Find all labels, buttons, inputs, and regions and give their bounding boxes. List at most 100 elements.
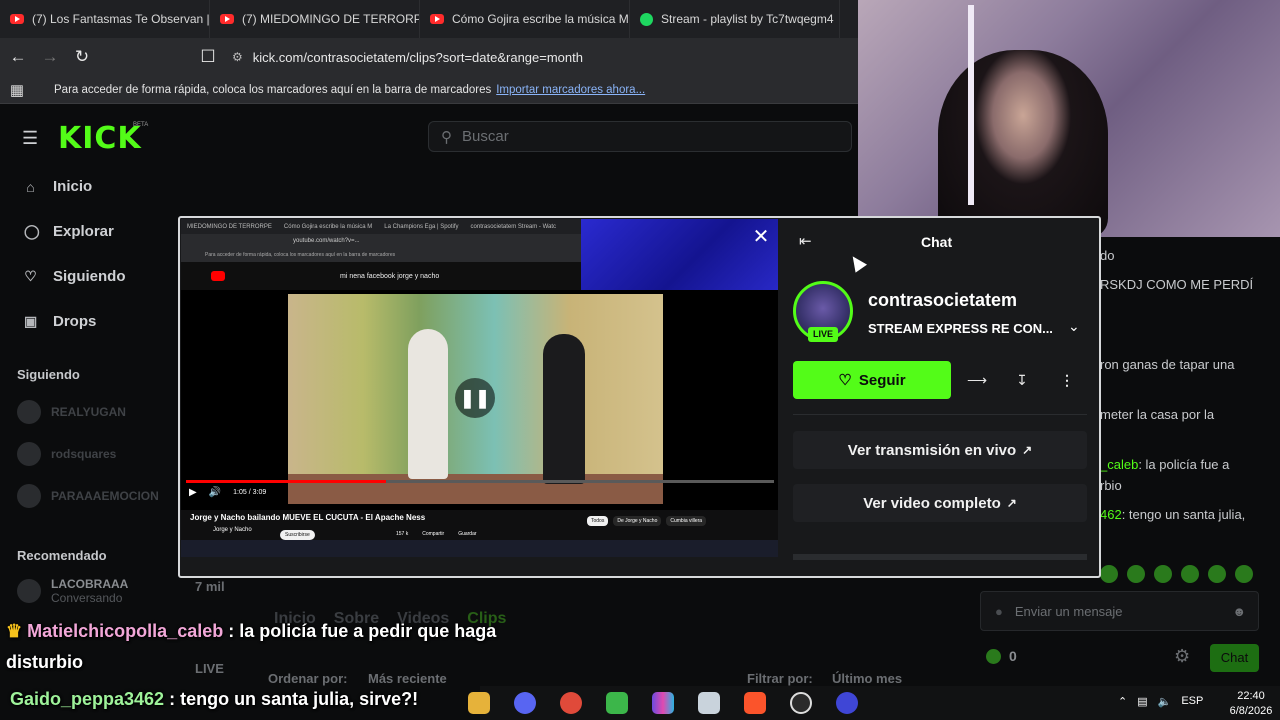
inner-tab-bar: MIEDOMINGO DE TERRORPE Cómo Gojira escri… [181,219,581,234]
reload-icon[interactable]: ↻ [68,47,96,67]
volume-icon[interactable]: 🔊 [209,487,221,498]
dancer-figure [543,334,585,484]
webcam-overlay [858,0,1280,237]
external-link-icon: ↗ [1006,496,1017,510]
chevron-up-icon[interactable]: ⌃ [1118,695,1127,708]
heart-icon: ♡ [24,268,37,284]
following-item[interactable]: REALYUGAN [17,400,126,424]
video-title: Jorge y Nacho bailando MUEVE EL CUCUTA -… [190,513,426,522]
viewer-count: 7 mil [195,579,225,594]
dancer-figure [408,329,448,479]
filter-dropdown[interactable]: Último mes [832,671,902,686]
color-app-icon[interactable] [652,692,674,714]
points-counter[interactable]: 0 [986,648,1017,664]
sort-dropdown[interactable]: Más reciente [368,671,447,686]
chat-message: _caleb: la policía fue a [1100,457,1230,472]
divider [793,414,1087,415]
share-icon[interactable]: ⟶ [964,366,990,394]
shield-icon[interactable] [606,692,628,714]
notes-icon[interactable] [698,692,720,714]
chat-message: 462: tengo un santa julia, [1100,507,1246,522]
download-icon[interactable]: ↧ [1009,366,1035,394]
brave-icon[interactable] [744,692,766,714]
kick-logo[interactable]: KICK [58,121,142,156]
emote-icon[interactable] [1181,565,1199,583]
close-icon[interactable]: ✕ [752,226,770,248]
share-button[interactable]: Compartir [422,531,444,537]
emote-icon[interactable] [1100,565,1118,583]
back-icon[interactable]: ← [4,47,32,67]
video-chips: Todos De Jorge y Nacho Cumbia villera [587,516,707,526]
apps-icon[interactable]: ▦ [0,81,34,99]
send-chat-button[interactable]: Chat [1210,644,1259,672]
browser-tab[interactable]: (7) Los Fantasmas Te Observan | (( [0,0,210,38]
beta-label: BETA [133,122,149,128]
follow-button[interactable]: ♡ Seguir [793,361,951,399]
bookmark-icon[interactable]: ☐ [194,47,222,67]
clock[interactable]: 22:40 6/8/2026 [1223,689,1279,719]
filter-label: Filtrar por: [747,671,813,686]
url-field[interactable]: ⚙ kick.com/contrasocietatem/clips?sort=d… [232,50,583,65]
sidebar-item-inicio[interactable]: ⌂ Inicio [24,178,92,195]
avatar [17,442,41,466]
browser-tab[interactable]: (7) MIEDOMINGO DE TERRORPE [210,0,420,38]
video-progress-bar[interactable] [186,480,774,483]
chat-message: rbio [1100,478,1122,493]
discord-icon[interactable] [514,692,536,714]
chat-settings-icon[interactable]: ⚙ [1174,646,1190,667]
youtube-icon [211,271,225,281]
inner-taskbar [181,540,778,557]
following-item[interactable]: PARAAAEMOCION [17,484,159,508]
like-count[interactable]: 157 k [396,531,408,537]
stream-title: STREAM EXPRESS RE CON... [868,321,1053,336]
live-label: LIVE [195,661,224,676]
play-icon[interactable]: ▶ [189,487,197,498]
emote-icon[interactable] [1127,565,1145,583]
video-progress-fill [186,480,386,483]
chat-message: ron ganas de tapar una [1100,357,1235,372]
obs-icon[interactable] [790,692,812,714]
more-options-icon[interactable]: ⋮ [1054,366,1080,394]
emote-icon[interactable] [1154,565,1172,583]
sidebar-item-drops[interactable]: ▣ Drops [24,313,96,330]
folder-icon[interactable] [468,692,490,714]
import-bookmarks-link[interactable]: Importar marcadores ahora... [496,84,645,96]
overlay-chat-message: Gaido_peppa3462 : tengo un santa julia, … [10,689,419,709]
language-indicator[interactable]: ESP [1181,695,1203,708]
network-icon[interactable]: ▤ [1137,695,1147,708]
collapse-icon[interactable]: ⇤ [799,232,812,250]
emoji-icon[interactable]: ☻ [1232,604,1246,619]
sidebar-item-siguiendo[interactable]: ♡ Siguiendo [24,268,125,285]
emote-icon[interactable] [1208,565,1226,583]
video-area: ❚❚ [181,290,778,510]
search-input[interactable]: ⚲ Buscar [428,121,852,152]
live-badge: LIVE [808,327,838,342]
following-item[interactable]: rodsquares [17,442,116,466]
clip-video-player[interactable]: MIEDOMINGO DE TERRORPE Cómo Gojira escri… [181,219,778,557]
channel-name[interactable]: contrasocietatem [868,290,1017,311]
forward-icon[interactable]: → [36,47,64,67]
recommended-item[interactable]: LACOBRAAA Conversando [17,577,128,605]
chat-message-input[interactable]: ● Enviar un mensaje ☻ [980,591,1259,631]
browser-tab-bar: (7) Los Fantasmas Te Observan | (( (7) M… [0,0,858,38]
pause-icon[interactable]: ❚❚ [455,378,495,418]
chrome-icon[interactable] [560,692,582,714]
subscribe-button[interactable]: Suscribirse [280,530,315,540]
emote-row [1100,565,1253,583]
volume-icon[interactable]: 🔈 [1158,695,1172,708]
recommended-heading: Recomendado [17,548,107,563]
menu-icon[interactable]: ☰ [22,128,38,149]
browser-tab[interactable]: Stream - playlist by Tc7twqegm4 [630,0,840,38]
chevron-down-icon[interactable]: ⌄ [1068,318,1080,335]
watch-live-button[interactable]: Ver transmisión en vivo ↗ [793,431,1087,469]
browser-tab[interactable]: Cómo Gojira escribe la música M [420,0,630,38]
sidebar-item-explorar[interactable]: ◯ Explorar [24,223,114,240]
emote-icon[interactable] [1235,565,1253,583]
inner-youtube-header: mi nena facebook jorge y nacho [181,262,581,290]
app-icon[interactable] [836,692,858,714]
site-settings-icon[interactable]: ⚙ [232,50,243,64]
save-button[interactable]: Guardar [458,531,476,537]
full-video-button[interactable]: Ver video completo ↗ [793,484,1087,522]
compass-icon: ◯ [24,223,40,239]
inner-address-bar: youtube.com/watch?v=... [181,234,581,249]
